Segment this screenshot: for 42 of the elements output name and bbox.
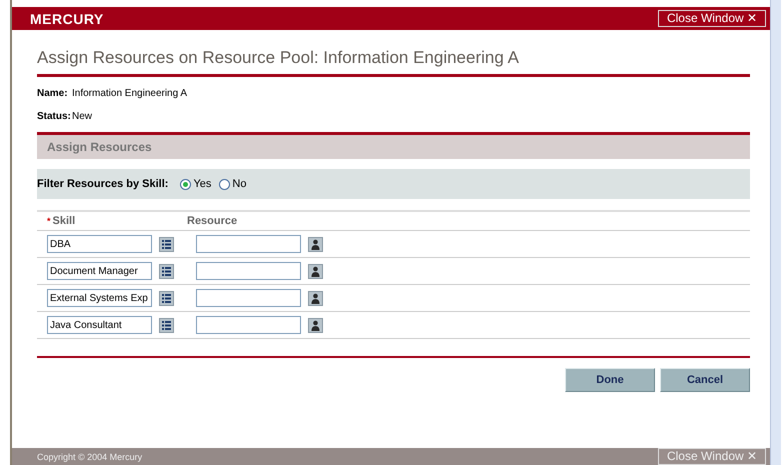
person-button[interactable] (308, 264, 323, 278)
skill-field[interactable]: DBA (47, 235, 152, 253)
person-button[interactable] (308, 290, 323, 306)
skill-field[interactable]: Document Manager (47, 262, 152, 280)
radio-option[interactable]: No (219, 178, 246, 190)
person-icon (310, 238, 321, 250)
resource-field[interactable] (196, 235, 301, 253)
list-button[interactable] (159, 318, 174, 332)
action-button[interactable]: Done (565, 368, 655, 392)
person-icon (310, 292, 321, 304)
logo: MERCURY (30, 10, 104, 26)
close-window-button[interactable]: Close Window ✕ (658, 10, 766, 27)
list-button[interactable] (159, 236, 174, 252)
section-title: Assign Resources (47, 140, 152, 154)
page-title: Assign Resources on Resource Pool: Information Engineering A (37, 30, 750, 77)
skill-field[interactable]: External Systems Exp (47, 289, 152, 307)
list-icon (161, 238, 172, 250)
field-label: Status: (37, 111, 72, 122)
skill-field[interactable]: Java Consultant (47, 316, 152, 334)
resource-field[interactable] (196, 289, 301, 307)
field-value: New (72, 111, 92, 122)
list-icon (161, 320, 172, 330)
required-mark: * (47, 216, 51, 226)
radio-option[interactable]: Yes (180, 178, 212, 190)
action-button[interactable]: Cancel (660, 368, 750, 392)
scrollbar[interactable] (770, 0, 781, 465)
list-icon (161, 266, 172, 276)
resource-field[interactable] (196, 316, 301, 334)
copyright-text: Copyright © 2004 Mercury (37, 452, 142, 462)
person-icon (310, 320, 321, 330)
list-button[interactable] (159, 264, 174, 278)
field-label: Name: (37, 88, 69, 99)
person-icon (310, 266, 321, 276)
person-button[interactable] (308, 236, 323, 252)
list-button[interactable] (159, 290, 174, 306)
field-value: Information Engineering A (72, 88, 188, 99)
resource-field[interactable] (196, 262, 301, 280)
column-header: Skill (52, 215, 76, 227)
filter-label: Filter Resources by Skill: (37, 178, 168, 190)
list-icon (161, 292, 172, 304)
person-button[interactable] (308, 318, 323, 332)
column-header: Resource (187, 215, 238, 227)
